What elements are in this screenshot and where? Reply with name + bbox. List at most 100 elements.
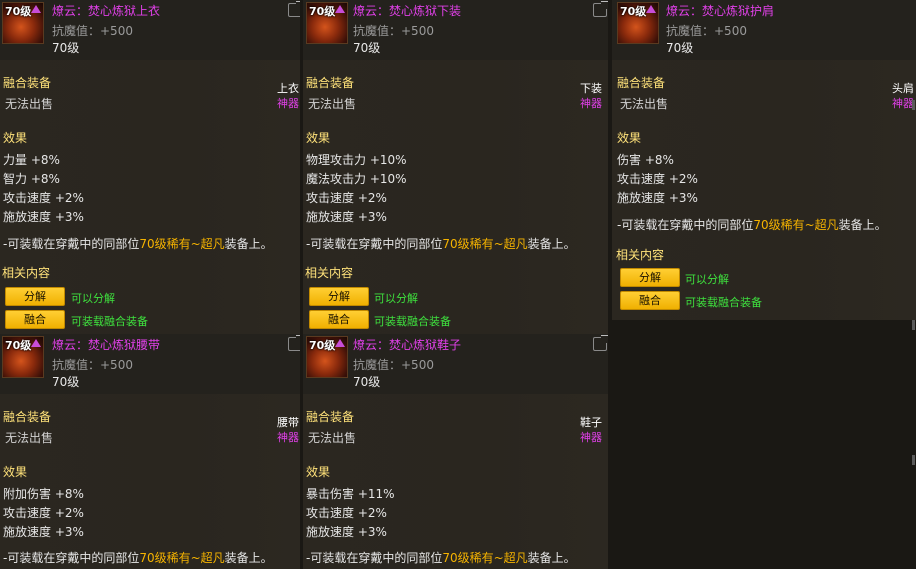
unsellable-text: 无法出售 [308, 97, 357, 111]
effects-title: 效果 [3, 131, 28, 145]
effect-line: 施放速度 +3% [306, 210, 387, 224]
item-name: 燎云：焚心炼狱腰带 [52, 338, 161, 352]
item-icon-level: 70级 [620, 5, 647, 18]
fusion-note: -可装载在穿戴中的同部位70级稀有~超凡装备上。 [617, 216, 887, 233]
item-name: 燎云：焚心炼狱护肩 [666, 4, 775, 18]
fuse-button[interactable]: 融合 [620, 291, 680, 310]
item-name: 燎云：焚心炼狱下装 [353, 4, 462, 18]
item-level: 70级 [52, 41, 80, 55]
effect-line: 魔法攻击力 +10% [306, 172, 407, 186]
rarity-label: 神器 [277, 431, 299, 444]
unsellable-text: 无法出售 [620, 97, 669, 111]
unsellable-text: 无法出售 [5, 431, 54, 445]
unsellable-text: 无法出售 [308, 431, 357, 445]
note-prefix: -可装载在穿戴中的同部位 [306, 237, 443, 251]
note-prefix: -可装载在穿戴中的同部位 [306, 551, 443, 565]
effect-line: 攻击速度 +2% [306, 506, 387, 520]
scrollbar-mark[interactable] [912, 455, 915, 465]
effect-line: 攻击速度 +2% [3, 506, 84, 520]
note-highlight: 70级稀有~超凡 [442, 551, 528, 565]
fusion-title: 融合装备 [306, 76, 355, 90]
note-prefix: -可装载在穿戴中的同部位 [3, 551, 140, 565]
disassemble-button[interactable]: 分解 [309, 287, 369, 306]
fuse-button[interactable]: 融合 [309, 310, 369, 329]
effect-line: 力量 +8% [3, 153, 60, 167]
fusion-title: 融合装备 [617, 76, 666, 90]
rarity-triangle-icon [31, 339, 41, 347]
disassemble-desc: 可以分解 [685, 273, 729, 286]
item-level: 70级 [353, 41, 381, 55]
item-icon-level: 70级 [5, 339, 32, 352]
effect-line: 施放速度 +3% [3, 525, 84, 539]
rarity-label: 神器 [580, 431, 602, 444]
item-stat: 抗魔值：+500 [52, 24, 133, 38]
item-icon[interactable]: 70级 [2, 336, 44, 378]
fuse-desc: 可装载融合装备 [685, 296, 762, 309]
item-level: 70级 [353, 375, 381, 389]
note-highlight: 70级稀有~超凡 [139, 237, 225, 251]
disassemble-desc: 可以分解 [374, 292, 418, 305]
share-icon[interactable] [288, 335, 300, 351]
item-stat: 抗魔值：+500 [353, 24, 434, 38]
item-stat: 抗魔值：+500 [353, 358, 434, 372]
share-icon[interactable] [593, 1, 608, 17]
slot-label: 上衣 [277, 82, 299, 95]
note-suffix: 装备上。 [527, 551, 576, 565]
item-icon[interactable]: 70级 [2, 2, 44, 44]
related-title: 相关内容 [616, 248, 665, 262]
effects-title: 效果 [306, 131, 331, 145]
item-stat: 抗魔值：+500 [52, 358, 133, 372]
item-icon[interactable]: 70级 [306, 336, 348, 378]
unsellable-text: 无法出售 [5, 97, 54, 111]
rarity-triangle-icon [335, 339, 345, 347]
effect-line: 智力 +8% [3, 172, 60, 186]
effect-line: 物理攻击力 +10% [306, 153, 407, 167]
rarity-label: 神器 [277, 97, 299, 110]
item-name: 燎云：焚心炼狱上衣 [52, 4, 161, 18]
effect-line: 附加伤害 +8% [3, 487, 84, 501]
related-title: 相关内容 [305, 266, 354, 280]
item-icon[interactable]: 70级 [306, 2, 348, 44]
effect-line: 攻击速度 +2% [3, 191, 84, 205]
scrollbar-mark[interactable] [912, 320, 915, 330]
fuse-desc: 可装载融合装备 [71, 315, 148, 328]
scrollbar-mark[interactable] [912, 100, 915, 110]
slot-label: 鞋子 [580, 416, 602, 429]
disassemble-button[interactable]: 分解 [5, 287, 65, 306]
item-tooltip-shoulder: 70级 燎云：焚心炼狱护肩 抗魔值：+500 70级 融合装备 无法出售 头肩 … [612, 0, 916, 320]
related-title: 相关内容 [2, 266, 51, 280]
slot-label: 腰带 [277, 416, 299, 429]
effect-line: 暴击伤害 +11% [306, 487, 395, 501]
note-prefix: -可装载在穿戴中的同部位 [3, 237, 140, 251]
rarity-label: 神器 [892, 97, 914, 110]
fuse-button[interactable]: 融合 [5, 310, 65, 329]
note-highlight: 70级稀有~超凡 [753, 218, 839, 232]
effect-line: 施放速度 +3% [617, 191, 698, 205]
effect-line: 施放速度 +3% [306, 525, 387, 539]
note-prefix: -可装载在穿戴中的同部位 [617, 218, 754, 232]
item-level: 70级 [666, 41, 694, 55]
note-highlight: 70级稀有~超凡 [442, 237, 528, 251]
effect-line: 施放速度 +3% [3, 210, 84, 224]
fusion-title: 融合装备 [3, 410, 52, 424]
rarity-label: 神器 [580, 97, 602, 110]
share-icon[interactable] [593, 335, 608, 351]
effects-title: 效果 [3, 465, 28, 479]
slot-label: 下装 [580, 82, 602, 95]
fusion-title: 融合装备 [306, 410, 355, 424]
effect-line: 伤害 +8% [617, 153, 674, 167]
item-tooltip-shoes: 70级 燎云：焚心炼狱鞋子 抗魔值：+500 70级 融合装备 无法出售 鞋子 … [303, 334, 608, 569]
item-icon[interactable]: 70级 [617, 2, 659, 44]
fusion-note: -可装载在穿戴中的同部位70级稀有~超凡装备上。 [3, 549, 273, 566]
share-icon[interactable] [288, 1, 300, 17]
item-icon-level: 70级 [309, 339, 336, 352]
disassemble-button[interactable]: 分解 [620, 268, 680, 287]
item-icon-level: 70级 [309, 5, 336, 18]
note-suffix: 装备上。 [838, 218, 887, 232]
effects-title: 效果 [306, 465, 331, 479]
rarity-triangle-icon [335, 5, 345, 13]
item-level: 70级 [52, 375, 80, 389]
fuse-desc: 可装载融合装备 [374, 315, 451, 328]
slot-label: 头肩 [892, 82, 914, 95]
item-icon-level: 70级 [5, 5, 32, 18]
